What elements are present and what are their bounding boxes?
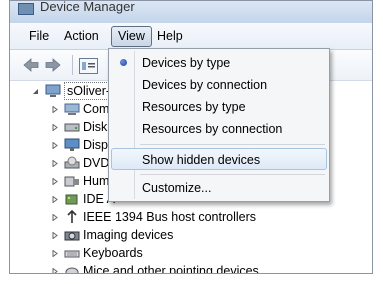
tree-item-label: Imaging devices (83, 228, 174, 242)
computer-icon (64, 102, 80, 116)
toolbar-separator (72, 55, 73, 75)
menu-item-label: Resources by type (142, 100, 246, 114)
back-arrow-icon[interactable] (22, 55, 40, 75)
keyboard-icon (64, 246, 80, 260)
expand-arrow-icon[interactable] (52, 106, 58, 113)
menu-item-label: Devices by connection (142, 78, 268, 92)
hid-icon (64, 174, 80, 188)
menu-item-devices-by-type[interactable]: Devices by type (111, 52, 327, 74)
menu-item-label: Customize... (142, 181, 212, 195)
title-bar: Device Manager (10, 1, 372, 23)
tree-item-label: Hum (83, 174, 110, 188)
radio-selected-icon (120, 59, 127, 66)
menu-separator (140, 144, 325, 145)
expand-arrow-icon[interactable] (52, 142, 58, 149)
ide-controller-icon (64, 192, 80, 206)
forward-arrow-icon[interactable] (44, 55, 62, 75)
expand-arrow-icon[interactable] (52, 268, 58, 273)
expand-arrow-icon[interactable] (52, 160, 58, 167)
camera-icon (64, 228, 80, 242)
tree-item-label: IEEE 1394 Bus host controllers (83, 210, 257, 224)
expand-arrow-icon[interactable] (52, 214, 58, 221)
disk-drive-icon (64, 120, 80, 134)
tree-root-label: sOliver- (64, 82, 114, 100)
menu-bar: File Action View Help (10, 23, 372, 50)
dvd-drive-icon (64, 156, 80, 170)
tree-item-label: Com (83, 102, 110, 116)
device-manager-icon (18, 3, 34, 15)
window-title: Device Manager (40, 0, 135, 14)
tree-item[interactable]: Mice and other pointing devices (10, 262, 372, 274)
view-menu-dropdown: Devices by type Devices by connection Re… (108, 48, 330, 202)
menu-separator (140, 174, 325, 175)
tree-item[interactable]: IEEE 1394 Bus host controllers (10, 208, 372, 226)
properties-icon[interactable] (79, 58, 98, 74)
menu-item-customize[interactable]: Customize... (111, 177, 327, 199)
menu-file[interactable]: File (23, 27, 55, 46)
expand-arrow-icon[interactable] (52, 250, 58, 257)
tree-item-label: DVD (83, 156, 110, 170)
menu-item-label: Show hidden devices (142, 153, 261, 167)
menu-item-show-hidden-devices[interactable]: Show hidden devices (111, 148, 327, 170)
menu-help[interactable]: Help (151, 27, 189, 46)
expand-arrow-icon[interactable] (52, 232, 58, 239)
menu-item-label: Devices by type (142, 56, 231, 70)
tree-item[interactable]: Keyboards (10, 244, 372, 262)
collapse-arrow-icon[interactable] (32, 88, 38, 94)
tree-item-label: Keyboards (83, 246, 143, 260)
computer-icon (45, 84, 61, 98)
ieee1394-icon (64, 209, 80, 224)
menu-action[interactable]: Action (58, 27, 105, 46)
tree-item-label: Disp (83, 138, 109, 152)
tree-item-label: Disk (83, 120, 108, 134)
expand-arrow-icon[interactable] (52, 196, 58, 203)
menu-item-label: Resources by connection (142, 122, 283, 136)
menu-item-resources-by-type[interactable]: Resources by type (111, 96, 327, 118)
tree-item-label: Mice and other pointing devices (83, 264, 259, 274)
display-adapter-icon (64, 138, 80, 152)
menu-item-devices-by-connection[interactable]: Devices by connection (111, 74, 327, 96)
menu-view[interactable]: View (111, 26, 152, 47)
tree-item[interactable]: Imaging devices (10, 226, 372, 244)
mouse-icon (64, 264, 80, 273)
expand-arrow-icon[interactable] (52, 124, 58, 131)
menu-item-resources-by-connection[interactable]: Resources by connection (111, 118, 327, 140)
expand-arrow-icon[interactable] (52, 178, 58, 185)
